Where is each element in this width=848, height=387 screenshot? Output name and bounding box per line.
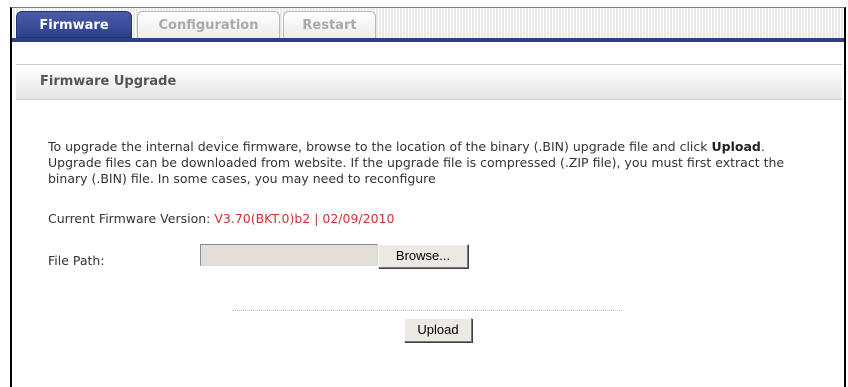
tab-bar: Firmware Configuration Restart (12, 8, 844, 42)
description-text-1: To upgrade the internal device firmware,… (48, 139, 712, 154)
file-path-input[interactable] (200, 244, 378, 266)
browse-button[interactable]: Browse... (378, 244, 468, 268)
section-header: Firmware Upgrade (16, 64, 842, 100)
section-title: Firmware Upgrade (40, 74, 177, 89)
upgrade-description: To upgrade the internal device firmware,… (48, 139, 818, 187)
divider (232, 310, 622, 311)
tab-restart[interactable]: Restart (283, 11, 376, 38)
tab-firmware[interactable]: Firmware (16, 11, 132, 38)
tab-configuration[interactable]: Configuration (137, 11, 280, 38)
firmware-version-value: V3.70(BKT.0)b2 | 02/09/2010 (214, 211, 395, 226)
firmware-version-label: Current Firmware Version: (48, 211, 215, 226)
upload-button[interactable]: Upload (404, 318, 472, 342)
description-upload-emphasis: Upload (711, 139, 761, 154)
current-firmware-version: Current Firmware Version: V3.70(BKT.0)b2… (48, 211, 394, 226)
firmware-panel: Firmware Configuration Restart Firmware … (10, 7, 846, 387)
file-path-label: File Path: (48, 253, 105, 268)
